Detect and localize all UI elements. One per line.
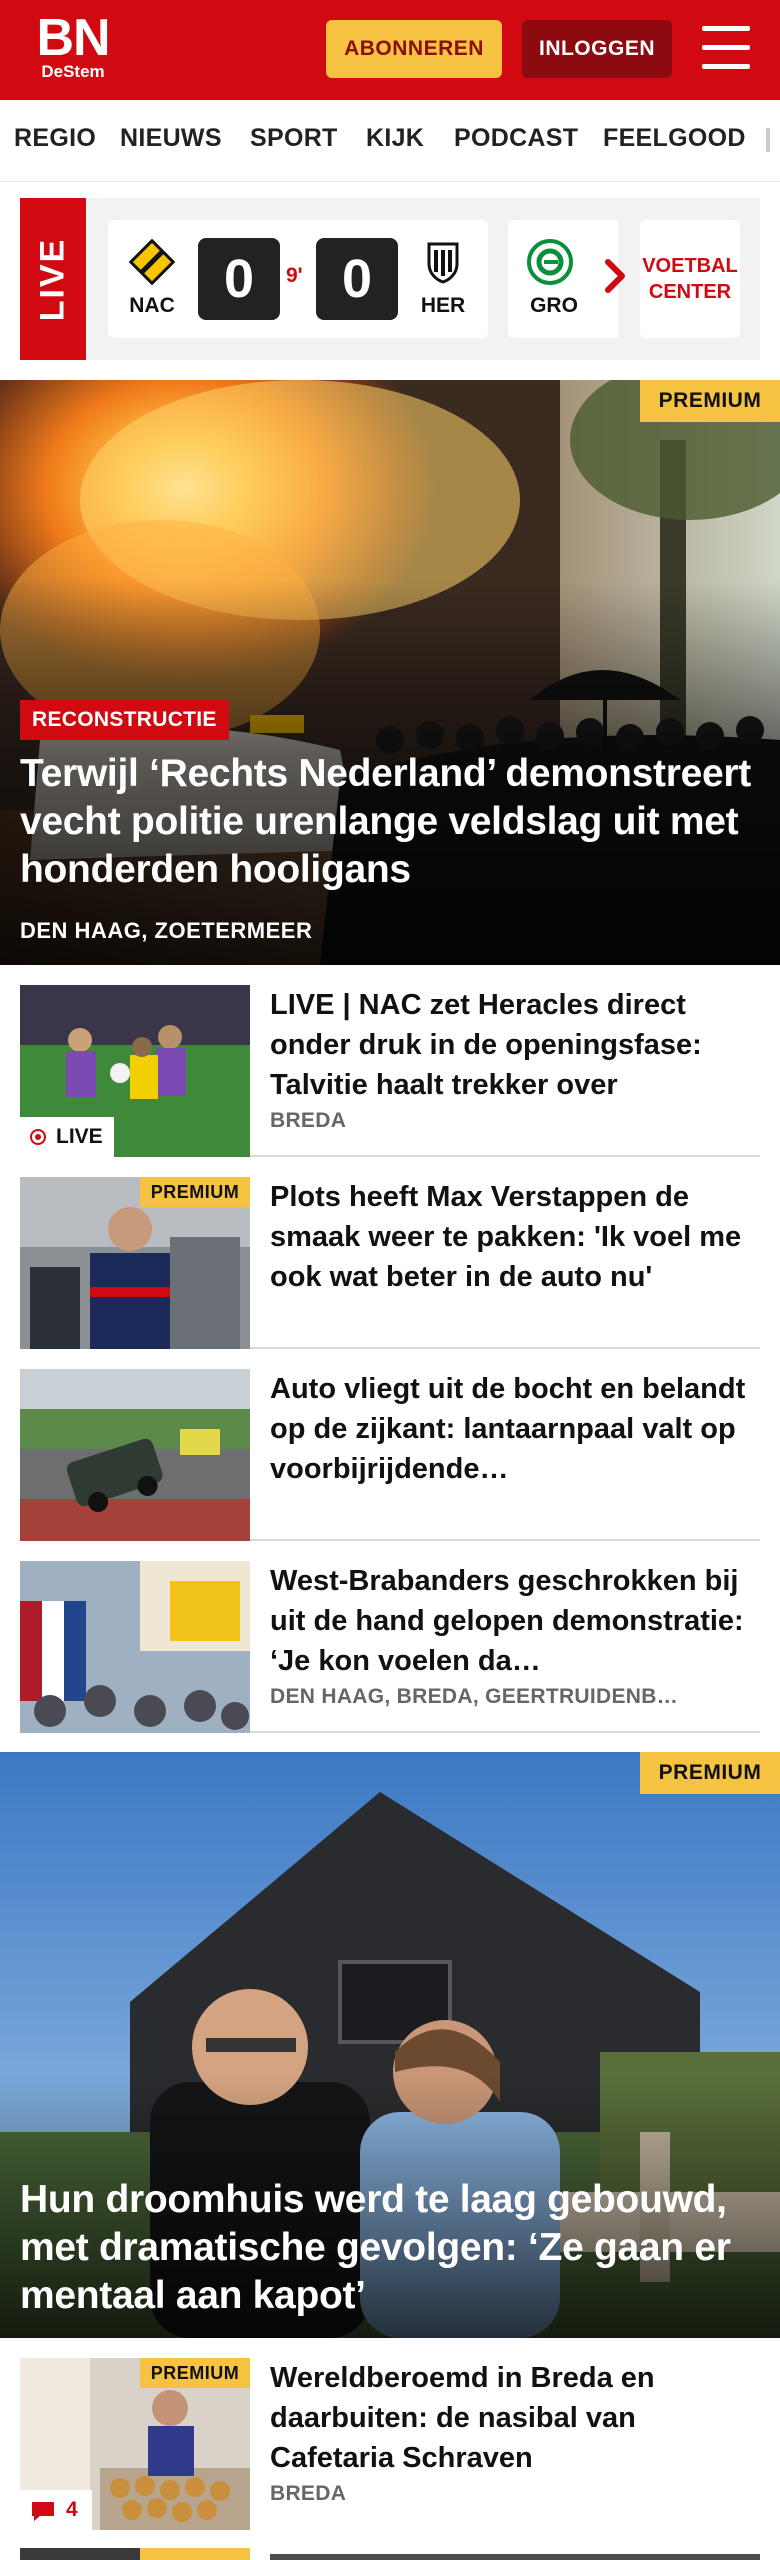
site-logo[interactable]: BN DeStem [30,9,116,86]
hamburger-icon[interactable] [702,26,750,70]
site-header: BN DeStem ABONNEREN INLOGGEN [0,0,780,100]
article-location: BREDA [270,2482,347,2505]
list-item[interactable]: LIVE LIVE | NAC zet Heracles direct onde… [20,965,760,1157]
next-article-thumbnail[interactable] [20,2548,250,2560]
article-thumbnail: PREMIUM 4 [20,2358,250,2530]
article-title[interactable]: LIVE | NAC zet Heracles direct onder dru… [270,985,760,1105]
hero-title[interactable]: Terwijl ‘Rechts Nederland’ demon­streert… [20,750,770,894]
article-title[interactable]: Auto vliegt uit de bocht en belandt op d… [270,1369,760,1489]
live-label: LIVE [20,198,86,360]
voetbal-center-line2: CENTER [648,281,732,303]
login-button[interactable]: INLOGGEN [522,20,672,78]
voetbal-center-line1: VOETBAL [642,255,738,277]
nav-item-nieuws[interactable]: NIEUWS [120,124,222,153]
heracles-logo-icon [427,242,459,284]
hero-article[interactable]: PREMIUM RECONSTRUCTIE Terwijl ‘Rechts Ne… [0,380,780,965]
chevron-right-icon[interactable] [596,256,636,296]
match-card[interactable]: NAC 0 9' 0 HER [108,220,488,338]
comment-icon [32,2502,54,2521]
nac-logo-icon [128,238,176,286]
live-dot-icon [30,1129,46,1145]
car-accident-image [20,1369,250,1541]
live-badge: LIVE [20,1117,114,1157]
comment-count-badge[interactable]: 4 [20,2490,92,2530]
match-minute: 9' [286,264,303,287]
article-title[interactable]: Plots heeft Max Verstappen de smaak weer… [270,1177,760,1297]
article-thumbnail [20,1369,250,1541]
nav-item-regio[interactable]: REGIO [14,124,96,153]
groningen-logo-icon [527,239,573,285]
premium-badge: PREMIUM [640,1752,780,1794]
article-tag: RECONSTRUCTIE [20,700,229,740]
premium-badge: PREMIUM [140,1177,250,1207]
nav-overflow-hint [766,128,770,152]
nav-item-feelgood[interactable]: FEELGOOD [603,124,746,153]
subscribe-button[interactable]: ABONNEREN [326,20,502,78]
section-nav: REGIO NIEUWS SPORT KIJK PODCAST FEELGOOD [0,100,780,182]
list-item[interactable]: West-Brabanders geschrokken bij uit de h… [20,1541,760,1733]
article-location: BREDA [270,1109,347,1132]
premium-badge: PREMIUM [640,380,780,422]
list-item[interactable]: PREMIUM 4 Wereldberoemd in Breda en daar… [20,2338,760,2560]
list-item[interactable]: PREMIUM Plots heeft Max Verstappen de sm… [20,1157,760,1349]
article-thumbnail [20,1561,250,1733]
nav-item-podcast[interactable]: PODCAST [454,124,578,153]
live-badge-text: LIVE [56,1125,103,1148]
voetbal-center-button[interactable]: VOETBAL CENTER [640,220,740,338]
article-location: DEN HAAG, BREDA, GEERTRUIDENB… [270,1685,679,1708]
live-scorebar: LIVE NAC 0 9' 0 HER GRO VOETBAL CENTER [20,198,760,360]
nav-item-sport[interactable]: SPORT [250,124,338,153]
article-thumbnail: LIVE [20,985,250,1157]
article-title[interactable]: West-Brabanders geschrokken bij uit de h… [270,1561,760,1681]
feature-article[interactable]: PREMIUM Hun droomhuis werd te laag gebou… [0,1752,780,2338]
premium-badge: PREMIUM [140,2358,250,2388]
list-item[interactable]: Auto vliegt uit de bocht en belandt op d… [20,1349,760,1541]
demonstration-image [20,1561,250,1733]
next-article-title-peek[interactable] [270,2554,760,2560]
home-team-name: NAC [129,294,175,317]
hero-location: DEN HAAG, ZOETERMEER [20,918,313,943]
logo-sub-text: DeStem [41,62,105,81]
next-team-name: GRO [530,294,578,317]
feature-title[interactable]: Hun droomhuis werd te laag gebouwd, met … [20,2176,770,2320]
article-title[interactable]: Wereldberoemd in Breda en daarbuiten: de… [270,2358,760,2478]
comment-count: 4 [66,2498,78,2521]
nav-item-kijk[interactable]: KIJK [366,124,424,153]
logo-main-text: BN [36,9,110,67]
away-team-name: HER [420,294,466,317]
article-thumbnail: PREMIUM [20,1177,250,1349]
live-label-text: LIVE [33,237,72,322]
away-score: 0 [316,238,398,320]
home-score: 0 [198,238,280,320]
